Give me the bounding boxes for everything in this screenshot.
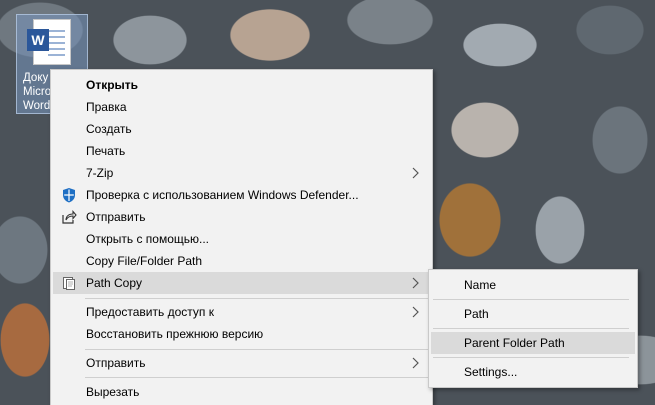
menu-item-share[interactable]: Отправить	[53, 206, 430, 228]
submenu-item-name[interactable]: Name	[431, 274, 635, 296]
menu-item-label: Вырезать	[86, 385, 140, 399]
submenu-item-settings[interactable]: Settings...	[431, 361, 635, 383]
menu-item-path-copy[interactable]: Path Copy	[53, 272, 430, 294]
menu-item-cut[interactable]: Вырезать	[53, 381, 430, 403]
menu-item-send-to[interactable]: Отправить	[53, 352, 430, 374]
path-copy-icon	[63, 277, 75, 290]
path-copy-submenu: Name Path Parent Folder Path Settings...	[428, 269, 638, 388]
menu-item-new[interactable]: Создать	[53, 118, 430, 140]
word-logo-icon: W	[27, 29, 49, 51]
submenu-item-label: Settings...	[464, 365, 518, 379]
menu-item-label: Path Copy	[86, 276, 143, 290]
submenu-separator	[433, 299, 629, 300]
windows-defender-icon	[63, 188, 75, 203]
menu-item-open-with[interactable]: Открыть с помощью...	[53, 228, 430, 250]
menu-item-restore-previous-version[interactable]: Восстановить прежнюю версию	[53, 323, 430, 345]
menu-item-label: Печать	[86, 144, 126, 158]
submenu-item-label: Parent Folder Path	[464, 336, 565, 350]
menu-separator	[85, 377, 430, 378]
submenu-item-label: Path	[464, 307, 489, 321]
menu-item-label: Проверка с использованием Windows Defend…	[86, 188, 359, 202]
submenu-separator	[433, 328, 629, 329]
menu-item-label: Отправить	[86, 210, 146, 224]
chevron-right-icon	[412, 306, 419, 318]
chevron-right-icon	[412, 167, 419, 179]
submenu-item-label: Name	[464, 278, 497, 292]
menu-item-edit[interactable]: Правка	[53, 96, 430, 118]
menu-item-label: Создать	[86, 122, 132, 136]
menu-item-copy-file-folder-path[interactable]: Copy File/Folder Path	[53, 250, 430, 272]
share-icon	[62, 210, 77, 224]
menu-item-7zip[interactable]: 7-Zip	[53, 162, 430, 184]
menu-separator	[85, 298, 430, 299]
menu-item-label: Правка	[86, 100, 127, 114]
submenu-separator	[433, 357, 629, 358]
submenu-item-path[interactable]: Path	[431, 303, 635, 325]
context-menu: Открыть Правка Создать Печать 7-Zip Пров…	[50, 69, 433, 405]
menu-item-open[interactable]: Открыть	[53, 74, 430, 96]
menu-item-windows-defender[interactable]: Проверка с использованием Windows Defend…	[53, 184, 430, 206]
menu-item-label: Предоставить доступ к	[86, 305, 214, 319]
menu-item-label: Copy File/Folder Path	[86, 254, 203, 268]
menu-item-label: Восстановить прежнюю версию	[86, 327, 264, 341]
menu-item-label: Отправить	[86, 356, 146, 370]
menu-separator	[85, 349, 430, 350]
menu-item-print[interactable]: Печать	[53, 140, 430, 162]
menu-item-label: Открыть с помощью...	[86, 232, 210, 246]
chevron-right-icon	[412, 357, 419, 369]
menu-item-label: 7-Zip	[86, 166, 114, 180]
menu-item-label: Открыть	[86, 78, 139, 92]
chevron-right-icon	[412, 277, 419, 289]
submenu-item-parent-folder-path[interactable]: Parent Folder Path	[431, 332, 635, 354]
menu-item-give-access-to[interactable]: Предоставить доступ к	[53, 301, 430, 323]
